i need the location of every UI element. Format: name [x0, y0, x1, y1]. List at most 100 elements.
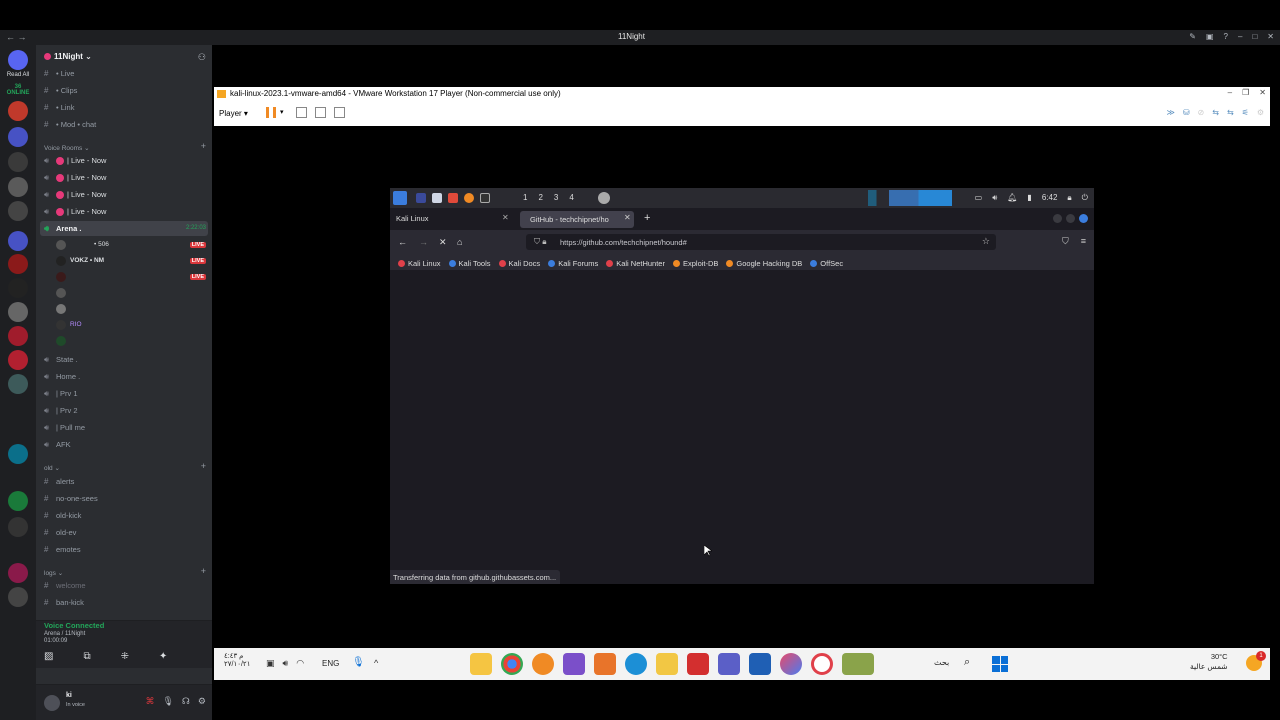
minimize-icon[interactable]: – [1228, 88, 1232, 97]
running-app-icon[interactable] [598, 192, 610, 204]
device-icon[interactable]: ⇆ [1212, 108, 1219, 117]
server-icon[interactable] [8, 491, 28, 511]
voice-channel-live[interactable]: 🔊︎ | Live - Now [44, 204, 106, 219]
server-icon[interactable] [8, 517, 28, 537]
desktop-icon[interactable] [416, 193, 426, 203]
camera-icon[interactable]: ▣ [266, 658, 275, 669]
device-icon[interactable]: ⇆ [1227, 108, 1234, 117]
pin-icon[interactable]: ✎ [1189, 32, 1196, 41]
terminal-icon[interactable] [480, 193, 490, 203]
pinned-app-icon[interactable] [470, 653, 492, 675]
voice-member[interactable] [56, 301, 206, 316]
voice-channel-name[interactable]: Arena / 11Night [44, 631, 85, 637]
device-icon[interactable]: ⛁ [1183, 108, 1190, 117]
server-icon[interactable] [8, 587, 28, 607]
server-icon[interactable] [8, 302, 28, 322]
opera-icon[interactable] [811, 653, 833, 675]
file-explorer-icon[interactable] [656, 653, 678, 675]
weather-widget[interactable]: 30°C شمس عالية [1190, 652, 1228, 672]
pinned-app-icon[interactable] [842, 653, 874, 675]
voice-channel[interactable]: 🔊︎ AFK [44, 437, 71, 452]
soundboard-icon[interactable]: ✦ [159, 651, 167, 662]
notification-bell-icon[interactable]: 🔔︎ [1007, 193, 1017, 203]
channel-item[interactable]: # welcome [44, 578, 86, 593]
wifi-icon[interactable]: ◠ [296, 658, 304, 669]
firefox-icon[interactable] [464, 193, 474, 203]
tab-github[interactable]: GitHub - techchipnet/ho [520, 211, 634, 228]
restore-icon[interactable]: ❐ [1242, 88, 1249, 97]
chevron-up-icon[interactable]: ^ [374, 658, 378, 668]
menu-icon[interactable]: ≡ [1081, 236, 1086, 247]
workspace-1[interactable]: 1 [523, 193, 527, 202]
pocket-icon[interactable]: ⛉ [1062, 236, 1069, 247]
windows-start-icon[interactable] [992, 656, 1008, 672]
server-icon[interactable] [8, 101, 28, 121]
voice-member[interactable] [56, 333, 206, 348]
avatar[interactable] [44, 695, 60, 711]
stop-icon[interactable]: ✕ [439, 237, 447, 248]
activities-icon[interactable]: ▨ [44, 651, 53, 662]
server-icon[interactable] [8, 444, 28, 464]
chrome-icon[interactable] [501, 653, 523, 675]
power-icon[interactable]: ⏻ [1082, 193, 1088, 203]
pinned-app-icon[interactable] [532, 653, 554, 675]
visual-studio-icon[interactable] [563, 653, 585, 675]
battery-icon[interactable]: ▮ [1027, 193, 1031, 203]
voice-channel-live[interactable]: 🔊︎ | Live - Now [44, 187, 106, 202]
workspace-4[interactable]: 4 [569, 193, 573, 202]
bookmark-item[interactable]: Kali Tools [448, 257, 491, 270]
device-icon[interactable]: ⊘ [1198, 108, 1205, 117]
voice-channel[interactable]: 🔊︎ State . [44, 352, 78, 367]
volume-icon[interactable]: 🔊︎ [992, 193, 997, 203]
tab-close-icon[interactable]: ✕ [502, 213, 509, 222]
channel-item[interactable]: # • Mod • chat [44, 117, 96, 132]
voice-channel-live[interactable]: 🔊︎ | Live - Now [44, 170, 106, 185]
forward-icon[interactable]: → [419, 237, 428, 247]
voice-member[interactable]: RIO [56, 317, 206, 332]
history-nav[interactable]: ← → [6, 32, 27, 42]
voice-member[interactable]: LIVE [56, 269, 206, 284]
server-icon[interactable] [8, 127, 28, 147]
clock[interactable]: 6:42 [1042, 193, 1058, 203]
channel-item[interactable]: # • Live [44, 66, 74, 81]
settings-gear-icon[interactable]: ⚙ [198, 696, 206, 707]
channel-item[interactable]: # old-kick [44, 508, 81, 523]
teams-icon[interactable] [718, 653, 740, 675]
search-label[interactable]: بحث [934, 658, 949, 667]
bookmark-star-icon[interactable]: ☆ [982, 236, 990, 247]
microphone-icon[interactable]: 🎙︎ [162, 696, 173, 707]
server-name[interactable]: 11Night ⌄ [44, 52, 92, 61]
server-icon[interactable] [8, 231, 28, 251]
close-icon[interactable]: ✕ [1267, 32, 1274, 41]
add-channel-icon[interactable]: + [201, 566, 206, 576]
voice-channel-live[interactable]: 🔊︎ | Live - Now [44, 153, 106, 168]
device-icon[interactable]: ≫ [1166, 108, 1174, 117]
microphone-icon[interactable]: 🎙︎ [352, 657, 365, 668]
headphones-icon[interactable]: ☊ [182, 696, 190, 707]
server-icon[interactable] [8, 350, 28, 370]
category-logs[interactable]: logs ⌄ [44, 569, 63, 577]
workspace-3[interactable]: 3 [554, 193, 558, 202]
workspace-2[interactable]: 2 [538, 193, 542, 202]
invite-people-icon[interactable]: ⚇ [198, 52, 206, 63]
server-icon[interactable] [8, 563, 28, 583]
voice-channel-arena[interactable]: 🔊︎ Arena . [40, 221, 208, 236]
fullscreen-icon[interactable] [315, 107, 326, 118]
channel-item[interactable]: # alerts [44, 474, 74, 489]
screen-share-icon[interactable]: ⧉ [83, 651, 90, 662]
voice-member[interactable]: VOKZ • NM LIVE [56, 253, 206, 268]
tab-kali-linux[interactable]: Kali Linux [396, 214, 429, 223]
pinned-app-icon[interactable] [594, 653, 616, 675]
url-bar[interactable]: ⛉ 🔒︎ https://github.com/techchipnet/houn… [526, 234, 996, 250]
unity-icon[interactable] [334, 107, 345, 118]
voice-channel[interactable]: 🔊︎ | Prv 1 [44, 386, 78, 401]
help-icon[interactable]: ? [1224, 32, 1228, 41]
close-icon[interactable] [1079, 214, 1088, 223]
shield-lock-icon[interactable]: ⛉ 🔒︎ [534, 237, 546, 247]
server-icon[interactable] [8, 152, 28, 172]
dropdown-icon[interactable]: ▾ [280, 108, 284, 116]
minimize-icon[interactable] [1053, 214, 1062, 223]
add-channel-icon[interactable]: + [201, 141, 206, 151]
channel-item[interactable]: # ban-kick [44, 595, 84, 610]
player-menu[interactable]: Player ▾ [219, 109, 248, 118]
